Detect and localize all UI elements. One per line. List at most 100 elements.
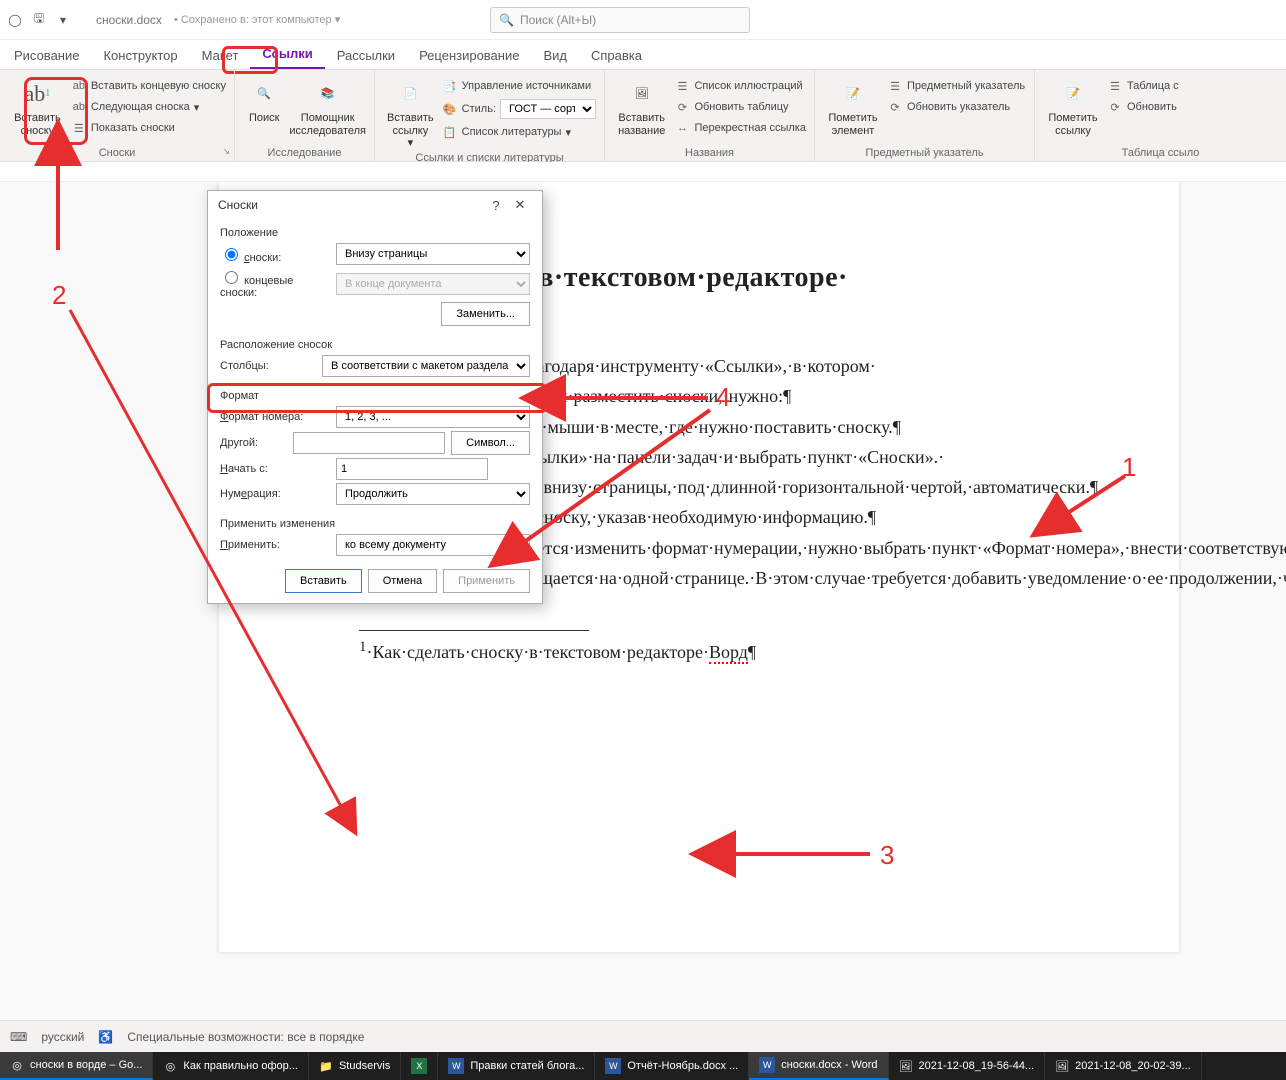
save-location-label: • Сохранено в: этот компьютер ▾ xyxy=(174,13,340,26)
image-icon: 🖼 xyxy=(899,1059,913,1073)
style-label: Стиль: xyxy=(462,103,496,115)
update-toa-label: Обновить xyxy=(1127,101,1177,113)
taskbar: ◎сноски в ворде – Go... ◎Как правильно о… xyxy=(0,1052,1286,1080)
annotation-number-1: 1 xyxy=(1122,452,1136,483)
insert-index-button[interactable]: ☰Предметный указатель xyxy=(887,76,1025,96)
cross-reference-label: Перекрестная ссылка xyxy=(694,122,806,134)
taskbar-label-5: Отчёт-Ноябрь.docx ... xyxy=(627,1060,738,1072)
taskbar-label-4: Правки статей блога... xyxy=(470,1060,584,1072)
search-icon: 🔍 xyxy=(499,13,514,27)
excel-icon: X xyxy=(411,1058,427,1074)
footnote-text: 1·Как·сделать·сноску·в·текстовом·редакто… xyxy=(359,637,1109,664)
ribbon-tabs: Рисование Конструктор Макет Ссылки Рассы… xyxy=(0,40,1286,70)
annotation-number-3: 3 xyxy=(880,840,894,871)
mark-entry-label: Пометить элемент xyxy=(823,112,883,137)
manage-sources-button[interactable]: 📑 Управление источниками xyxy=(442,76,596,96)
insert-citation-button[interactable]: 📄Вставить ссылку▾ xyxy=(383,74,438,150)
tab-mailings[interactable]: Рассылки xyxy=(325,42,407,69)
chrome-icon: ◎ xyxy=(163,1059,177,1073)
update-table-button[interactable]: ⟳Обновить таблицу xyxy=(674,97,806,117)
show-notes-icon: ☰ xyxy=(71,120,87,136)
insert-caption-button[interactable]: 🖼Вставить название xyxy=(613,74,670,137)
word-icon: W xyxy=(759,1057,775,1073)
tab-references[interactable]: Ссылки xyxy=(250,40,324,69)
researcher-button[interactable]: 📚Помощник исследователя xyxy=(289,74,366,137)
accessibility-icon[interactable]: ♿ xyxy=(98,1030,113,1044)
style-row: 🎨Стиль: ГОСТ — сортиро… xyxy=(442,97,596,121)
magnifier-icon: 🔍 xyxy=(248,78,280,110)
autosave-toggle[interactable]: ◯ xyxy=(6,11,24,29)
search-label: Поиск xyxy=(243,112,285,125)
tab-review[interactable]: Рецензирование xyxy=(407,42,531,69)
manage-sources-icon: 📑 xyxy=(442,78,458,94)
taskbar-label-0: сноски в ворде – Go... xyxy=(30,1059,142,1071)
taskbar-item-7[interactable]: 🖼2021-12-08_19-56-44... xyxy=(889,1052,1046,1080)
bibliography-icon: 📋 xyxy=(442,124,458,140)
language-icon[interactable]: ⌨ xyxy=(10,1030,27,1044)
next-footnote-icon: ab xyxy=(71,99,87,115)
taskbar-item-0[interactable]: ◎сноски в ворде – Go... xyxy=(0,1052,153,1080)
insert-citation-label: Вставить ссылку xyxy=(383,112,438,137)
update-toa-button[interactable]: ⟳Обновить xyxy=(1107,97,1179,117)
annotation-arrow-3 xyxy=(720,844,880,864)
dialog-close-button[interactable]: ✕ xyxy=(508,197,532,213)
save-icon[interactable]: 🖫 xyxy=(30,11,48,29)
tab-view[interactable]: Вид xyxy=(531,42,579,69)
tab-drawing[interactable]: Рисование xyxy=(2,42,91,69)
insert-endnote-label: Вставить концевую сноску xyxy=(91,80,226,92)
ribbon-group-citations: 📄Вставить ссылку▾ 📑 Управление источникам… xyxy=(375,70,605,161)
style-select[interactable]: ГОСТ — сортиро… xyxy=(500,99,596,119)
bibliography-button[interactable]: 📋Список литературы ▾ xyxy=(442,122,596,142)
ribbon-group-index: 📝Пометить элемент ☰Предметный указатель … xyxy=(815,70,1035,161)
insert-endnote-button[interactable]: abВставить концевую сноску xyxy=(71,76,226,96)
mark-citation-button[interactable]: 📝Пометить ссылку xyxy=(1043,74,1103,137)
list-of-figures-button[interactable]: ☰Список иллюстраций xyxy=(674,76,806,96)
bibliography-label: Список литературы xyxy=(462,126,562,138)
search-box[interactable]: 🔍 Поиск (Alt+Ы) xyxy=(490,7,750,33)
taskbar-item-5[interactable]: W Отчёт-Ноябрь.docx ... xyxy=(595,1052,749,1080)
search-button[interactable]: 🔍 Поиск xyxy=(243,74,285,125)
footnote-text-prefix: ·Как·сделать·сноску·в·текстовом·редактор… xyxy=(367,642,709,662)
dialog-apply-button[interactable]: Применить xyxy=(443,569,530,593)
insert-footnote-label: Вставить сноску xyxy=(8,112,67,137)
update-icon: ⟳ xyxy=(674,99,690,115)
taskbar-item-8[interactable]: 🖼2021-12-08_20-02-39... xyxy=(1045,1052,1202,1080)
update-index-button[interactable]: ⟳Обновить указатель xyxy=(887,97,1025,117)
tab-design[interactable]: Конструктор xyxy=(91,42,189,69)
taskbar-item-1[interactable]: ◎Как правильно офор... xyxy=(153,1052,309,1080)
cross-reference-button[interactable]: ↔Перекрестная ссылка xyxy=(674,118,806,138)
show-notes-button[interactable]: ☰Показать сноски xyxy=(71,118,226,138)
dialog-help-button[interactable]: ? xyxy=(484,198,508,213)
ribbon-group-captions: 🖼Вставить название ☰Список иллюстраций ⟳… xyxy=(605,70,815,161)
qat-more-icon[interactable]: ▾ xyxy=(54,11,72,29)
search-placeholder: Поиск (Alt+Ы) xyxy=(520,13,596,27)
next-footnote-button[interactable]: abСледующая сноска ▾ xyxy=(71,97,226,117)
manage-sources-label: Управление источниками xyxy=(462,80,591,92)
annotation-number-2: 2 xyxy=(52,280,66,311)
mark-entry-button[interactable]: 📝Пометить элемент xyxy=(823,74,883,137)
taskbar-item-2[interactable]: 📁Studservis xyxy=(309,1052,401,1080)
ribbon-group-toa: 📝Пометить ссылку ☰Таблица с ⟳Обновить Та… xyxy=(1035,70,1286,161)
tab-layout[interactable]: Макет xyxy=(190,42,251,69)
language-label[interactable]: русский xyxy=(41,1030,84,1044)
taskbar-item-4[interactable]: WПравки статей блога... xyxy=(438,1052,595,1080)
taskbar-item-3[interactable]: X xyxy=(401,1052,438,1080)
annotation-arrow-2 xyxy=(48,150,368,830)
annotation-arrow-4b xyxy=(510,400,730,560)
taskbar-label-6: сноски.docx - Word xyxy=(781,1059,877,1071)
mark-citation-icon: 📝 xyxy=(1057,78,1089,110)
convert-button[interactable]: Заменить... xyxy=(441,302,530,326)
dialog-cancel-button[interactable]: Отмена xyxy=(368,569,437,593)
taskbar-label-2: Studservis xyxy=(339,1060,390,1072)
word-icon: W xyxy=(605,1058,621,1074)
researcher-label: Помощник исследователя xyxy=(289,112,366,137)
update-index-label: Обновить указатель xyxy=(907,101,1010,113)
insert-toa-button[interactable]: ☰Таблица с xyxy=(1107,76,1179,96)
insert-footnote-button[interactable]: ab1 Вставить сноску xyxy=(8,74,67,137)
taskbar-item-6[interactable]: Wсноски.docx - Word xyxy=(749,1052,888,1080)
tab-help[interactable]: Справка xyxy=(579,42,654,69)
quick-access-toolbar: ◯ 🖫 ▾ xyxy=(6,11,72,29)
document-filename: сноски.docx xyxy=(96,13,162,27)
accessibility-label[interactable]: Специальные возможности: все в порядке xyxy=(127,1030,364,1044)
insert-index-label: Предметный указатель xyxy=(907,80,1025,92)
